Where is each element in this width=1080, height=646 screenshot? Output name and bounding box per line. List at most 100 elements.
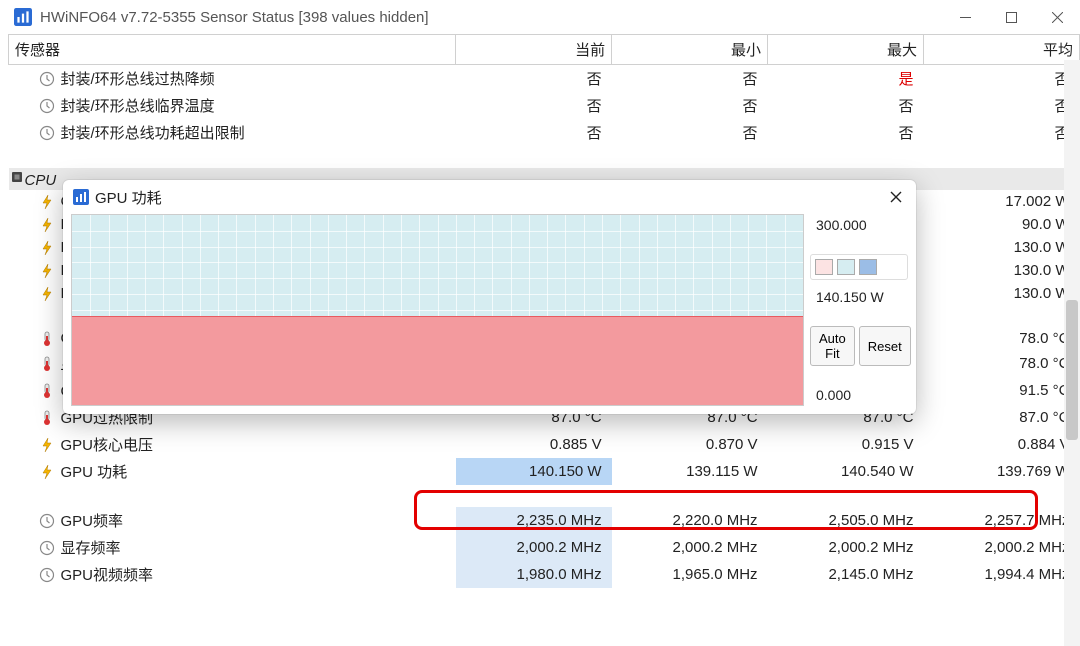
- popup-titlebar[interactable]: GPU 功耗: [63, 180, 916, 214]
- bolt-icon: [39, 464, 55, 480]
- table-row[interactable]: 封装/环形总线功耗超出限制否否否否: [9, 119, 1080, 146]
- bolt-icon: [39, 263, 55, 279]
- cell-avg: 87.0 °C: [924, 404, 1080, 431]
- cell-avg: 90.0 W: [924, 213, 1080, 236]
- cell-min: 2,220.0 MHz: [612, 507, 768, 534]
- close-button[interactable]: [1034, 0, 1080, 34]
- scrollbar[interactable]: [1064, 60, 1080, 646]
- cell-min: 139.115 W: [612, 458, 768, 485]
- row-label: 封装/环形总线临界温度: [61, 95, 215, 116]
- maximize-button[interactable]: [988, 0, 1034, 34]
- clock-icon: [39, 513, 55, 529]
- cell-cur: 2,235.0 MHz: [456, 507, 612, 534]
- clock-icon: [39, 71, 55, 87]
- cell-avg: 91.5 °C: [924, 377, 1080, 404]
- bolt-icon: [39, 286, 55, 302]
- row-label: GPU 功耗: [61, 461, 128, 482]
- table-row[interactable]: 封装/环形总线过热降频否否是否: [9, 65, 1080, 93]
- chart-side-panel: 300.000 140.150 W Auto Fit Reset 0.000: [810, 214, 908, 406]
- cell-avg: 否: [924, 119, 1080, 146]
- cell-cur: 2,000.2 MHz: [456, 534, 612, 561]
- cell-avg: 130.0 W: [924, 259, 1080, 282]
- popup-close-button[interactable]: [882, 183, 910, 211]
- reset-button[interactable]: Reset: [859, 326, 911, 366]
- cell-avg: 139.769 W: [924, 458, 1080, 485]
- y-current-label: 140.150 W: [810, 286, 908, 308]
- row-label: GPU核心电压: [61, 434, 154, 455]
- column-headers[interactable]: 传感器 当前 最小 最大 平均: [9, 35, 1080, 65]
- cell-avg: 2,000.2 MHz: [924, 534, 1080, 561]
- popup-title: GPU 功耗: [95, 187, 882, 208]
- table-row[interactable]: 封装/环形总线临界温度否否否否: [9, 92, 1080, 119]
- window-title: HWiNFO64 v7.72-5355 Sensor Status [398 v…: [40, 9, 942, 26]
- cell-cur: 0.885 V: [456, 431, 612, 458]
- col-min[interactable]: 最小: [612, 35, 768, 65]
- row-label: GPU视频频率: [61, 564, 154, 585]
- cell-max: 2,145.0 MHz: [768, 561, 924, 588]
- row-label: 封装/环形总线过热降频: [61, 68, 215, 89]
- cell-avg: 0.884 V: [924, 431, 1080, 458]
- clock-icon: [39, 125, 55, 141]
- titlebar[interactable]: HWiNFO64 v7.72-5355 Sensor Status [398 v…: [8, 0, 1080, 34]
- legend[interactable]: [810, 254, 908, 280]
- cell-max: 2,505.0 MHz: [768, 507, 924, 534]
- minimize-button[interactable]: [942, 0, 988, 34]
- table-row[interactable]: 显存频率2,000.2 MHz2,000.2 MHz2,000.2 MHz2,0…: [9, 534, 1080, 561]
- cell-min: 1,965.0 MHz: [612, 561, 768, 588]
- scrollbar-thumb[interactable]: [1066, 300, 1078, 440]
- bolt-icon: [39, 240, 55, 256]
- bolt-icon: [39, 194, 55, 210]
- col-max[interactable]: 最大: [768, 35, 924, 65]
- table-row[interactable]: GPU 功耗 140.150 W139.115 W140.540 W139.769…: [9, 458, 1080, 485]
- cell-avg: 130.0 W: [924, 282, 1080, 305]
- cell-avg: 78.0 °C: [924, 350, 1080, 377]
- cell-max: 140.540 W: [768, 458, 924, 485]
- row-label: 封装/环形总线功耗超出限制: [61, 122, 245, 143]
- therm-icon: [39, 331, 55, 347]
- cell-cur: 否: [456, 92, 612, 119]
- cell-cur: 否: [456, 119, 612, 146]
- cell-min: 2,000.2 MHz: [612, 534, 768, 561]
- clock-icon: [39, 98, 55, 114]
- bolt-icon: [39, 217, 55, 233]
- y-max-label: 300.000: [810, 214, 908, 236]
- cell-max: 否: [768, 92, 924, 119]
- cell-avg: 17.002 W: [924, 190, 1080, 213]
- col-current[interactable]: 当前: [456, 35, 612, 65]
- cell-avg: 1,994.4 MHz: [924, 561, 1080, 588]
- cell-cur: 否: [456, 65, 612, 93]
- table-row[interactable]: GPU频率 2,235.0 MHz2,220.0 MHz2,505.0 MHz2,…: [9, 507, 1080, 534]
- cell-avg: 否: [924, 65, 1080, 93]
- cpu-section-label: CPU: [25, 172, 57, 189]
- clock-icon: [39, 567, 55, 583]
- col-avg[interactable]: 平均: [924, 35, 1080, 65]
- app-icon: [14, 8, 32, 26]
- app-icon: [73, 189, 89, 205]
- cell-max: 是: [768, 65, 924, 93]
- y-min-label: 0.000: [810, 384, 908, 406]
- cell-cur: 140.150 W: [456, 458, 612, 485]
- row-label: 显存频率: [61, 537, 121, 558]
- graph-popup[interactable]: GPU 功耗 300.000 140.150 W Auto Fit Reset …: [63, 180, 916, 414]
- cell-cur: 1,980.0 MHz: [456, 561, 612, 588]
- cell-min: 0.870 V: [612, 431, 768, 458]
- autofit-button[interactable]: Auto Fit: [810, 326, 855, 366]
- chart-area[interactable]: [71, 214, 804, 406]
- therm-icon: [39, 410, 55, 426]
- col-sensor[interactable]: 传感器: [9, 35, 456, 65]
- cell-min: 否: [612, 92, 768, 119]
- cell-avg: 78.0 °C: [924, 327, 1080, 350]
- cell-avg: 否: [924, 92, 1080, 119]
- cell-min: 否: [612, 65, 768, 93]
- table-row[interactable]: GPU核心电压 0.885 V0.870 V0.915 V0.884 V: [9, 431, 1080, 458]
- therm-icon: [39, 356, 55, 372]
- bolt-icon: [39, 437, 55, 453]
- cell-max: 0.915 V: [768, 431, 924, 458]
- cpu-icon: [9, 169, 25, 185]
- table-row[interactable]: GPU视频频率 1,980.0 MHz1,965.0 MHz2,145.0 MHz…: [9, 561, 1080, 588]
- cell-max: 否: [768, 119, 924, 146]
- chart-fill: [72, 316, 803, 405]
- cell-avg: 130.0 W: [924, 236, 1080, 259]
- cell-avg: 2,257.7 MHz: [924, 507, 1080, 534]
- row-label: GPU频率: [61, 510, 124, 531]
